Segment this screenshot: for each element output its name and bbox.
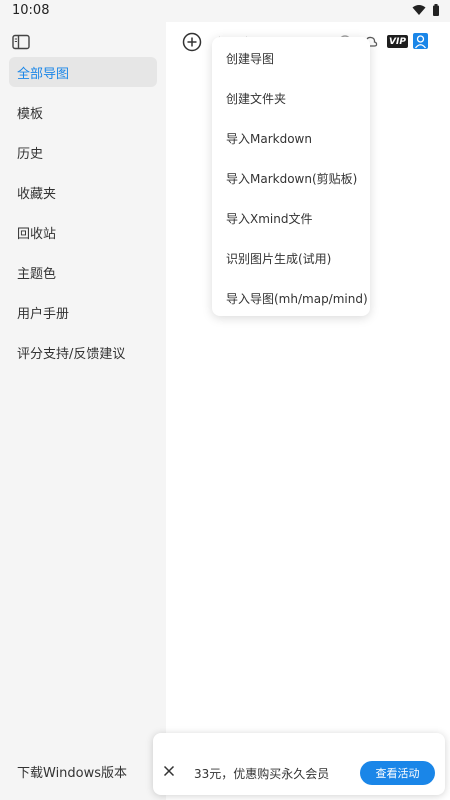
close-icon[interactable] (163, 765, 175, 777)
sidebar-item-theme-color[interactable]: 主题色 (9, 257, 157, 287)
sidebar-item-label: 回收站 (17, 226, 57, 242)
menu-item-create-map[interactable]: 创建导图 (226, 50, 274, 67)
status-time: 10:08 (12, 3, 50, 18)
promo-obscured-line (195, 743, 435, 750)
sidebar-item-label: 历史 (17, 146, 44, 162)
view-activity-button[interactable]: 查看活动 (360, 761, 435, 785)
sidebar-item-history[interactable]: 历史 (9, 137, 157, 167)
sidebar-item-label: 主题色 (17, 266, 57, 282)
sidebar-item-label: 全部导图 (17, 66, 70, 82)
avatar[interactable] (413, 33, 428, 49)
menu-item-import-markdown[interactable]: 导入Markdown (226, 130, 312, 147)
sidebar-item-label: 模板 (17, 106, 44, 122)
user-icon (414, 35, 427, 49)
menu-item-create-folder[interactable]: 创建文件夹 (226, 90, 286, 107)
sidebar-item-label: 评分支持/反馈建议 (17, 346, 126, 362)
menu-item-recognize-image[interactable]: 识别图片生成(试用) (226, 250, 331, 267)
sidebar-item-user-manual[interactable]: 用户手册 (9, 297, 157, 327)
sidebar-item-templates[interactable]: 模板 (9, 97, 157, 127)
sidebar-item-trash[interactable]: 回收站 (9, 217, 157, 247)
menu-item-import-markdown-clipboard[interactable]: 导入Markdown(剪贴板) (226, 170, 357, 187)
wifi-icon (412, 5, 426, 15)
vip-badge[interactable]: VIP (387, 35, 408, 48)
sidebar-item-feedback[interactable]: 评分支持/反馈建议 (9, 337, 157, 367)
status-bar: 10:08 (0, 0, 450, 22)
menu-item-import-xmind[interactable]: 导入Xmind文件 (226, 210, 312, 227)
menu-item-import-mindmap-files[interactable]: 导入导图(mh/map/mind) (226, 290, 368, 307)
sidebar: 全部导图 模板 历史 收藏夹 回收站 主题色 用户手册 评分支持/反馈建议 下载… (0, 22, 166, 800)
sidebar-item-label: 收藏夹 (17, 186, 57, 202)
add-dropdown-menu: 创建导图 创建文件夹 导入Markdown 导入Markdown(剪贴板) 导入… (212, 37, 370, 316)
sidebar-toggle-icon[interactable] (12, 34, 30, 50)
sidebar-item-favorites[interactable]: 收藏夹 (9, 177, 157, 207)
battery-icon (433, 4, 439, 16)
sidebar-item-label: 用户手册 (17, 306, 70, 322)
sidebar-item-all-maps[interactable]: 全部导图 (9, 57, 157, 87)
status-icons (412, 4, 440, 16)
download-windows-link[interactable]: 下载Windows版本 (17, 762, 127, 781)
add-icon[interactable] (182, 32, 202, 52)
promo-text: 33元，优惠购买永久会员 (194, 767, 330, 781)
promo-banner: 33元，优惠购买永久会员 查看活动 (153, 733, 445, 795)
